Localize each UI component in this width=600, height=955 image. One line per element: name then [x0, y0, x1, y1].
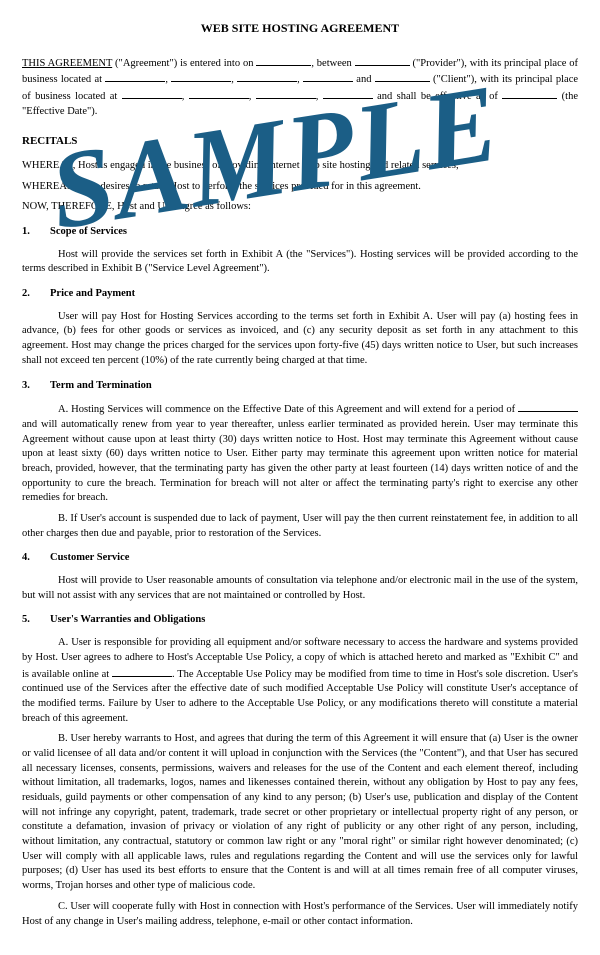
blank-provider: [355, 55, 410, 66]
blank-client: [375, 71, 430, 82]
blank-url: [112, 666, 172, 677]
document-title: WEB SITE HOSTING AGREEMENT: [22, 20, 578, 37]
section-2-body: User will pay Host for Hosting Services …: [22, 310, 578, 369]
recital-3: NOW, THEREFORE, Host and User agree as f…: [22, 200, 578, 215]
section-4: 4.Customer Service Host will provide to …: [22, 551, 578, 603]
section-2-heading: 2.Price and Payment: [22, 287, 578, 302]
recital-2: WHEREAS, User desires to retain Host to …: [22, 180, 578, 195]
blank-addr1d: [303, 71, 353, 82]
section-3-heading: 3.Term and Termination: [22, 379, 578, 394]
section-3-a: A. Hosting Services will commence on the…: [22, 401, 578, 506]
section-1-body: Host will provide the services set forth…: [22, 248, 578, 277]
section-3-b: B. If User's account is suspended due to…: [22, 512, 578, 541]
section-5: 5.User's Warranties and Obligations A. U…: [22, 613, 578, 929]
blank-addr2b: [189, 88, 249, 99]
blank-addr2a: [122, 88, 182, 99]
blank-addr2d: [323, 88, 373, 99]
section-5-a: A. User is responsible for providing all…: [22, 636, 578, 726]
section-4-body: Host will provide to User reasonable amo…: [22, 574, 578, 603]
blank-effdate: [502, 88, 557, 99]
blank-date: [256, 55, 311, 66]
blank-addr1a: [105, 71, 165, 82]
section-1-heading: 1.Scope of Services: [22, 225, 578, 240]
blank-period: [518, 401, 578, 412]
intro-lead: THIS AGREEMENT: [22, 58, 112, 69]
section-3: 3.Term and Termination A. Hosting Servic…: [22, 379, 578, 542]
recital-1: WHEREAS, Host is engaged in the business…: [22, 159, 578, 174]
section-5-b: B. User hereby warrants to Host, and agr…: [22, 732, 578, 894]
intro-paragraph: THIS AGREEMENT ("Agreement") is entered …: [22, 55, 578, 120]
blank-addr1b: [171, 71, 231, 82]
blank-addr2c: [256, 88, 316, 99]
recitals-heading: RECITALS: [22, 134, 578, 149]
blank-addr1c: [237, 71, 297, 82]
document-page: SAMPLE WEB SITE HOSTING AGREEMENT THIS A…: [0, 0, 600, 955]
section-2: 2.Price and Payment User will pay Host f…: [22, 287, 578, 368]
section-4-heading: 4.Customer Service: [22, 551, 578, 566]
section-1: 1.Scope of Services Host will provide th…: [22, 225, 578, 277]
section-5-c: C. User will cooperate fully with Host i…: [22, 900, 578, 929]
section-5-heading: 5.User's Warranties and Obligations: [22, 613, 578, 628]
